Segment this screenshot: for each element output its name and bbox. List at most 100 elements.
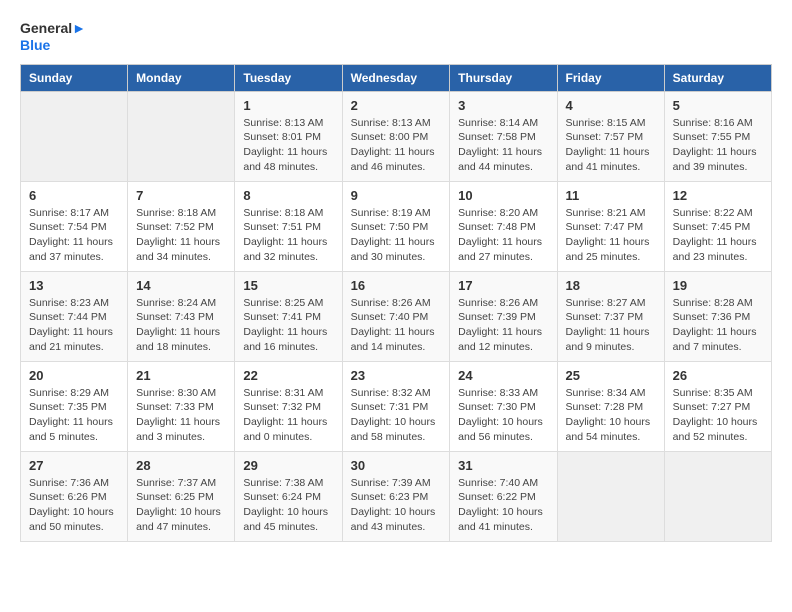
day-number: 17	[458, 278, 548, 293]
day-info: Sunrise: 8:34 AM Sunset: 7:28 PM Dayligh…	[566, 386, 656, 445]
weekday-header-cell: Wednesday	[342, 64, 450, 91]
day-info: Sunrise: 8:13 AM Sunset: 8:00 PM Dayligh…	[351, 116, 442, 175]
day-info: Sunrise: 8:13 AM Sunset: 8:01 PM Dayligh…	[243, 116, 333, 175]
day-number: 14	[136, 278, 226, 293]
calendar-cell: 20 Sunrise: 8:29 AM Sunset: 7:35 PM Dayli…	[21, 361, 128, 451]
day-info: Sunrise: 7:36 AM Sunset: 6:26 PM Dayligh…	[29, 476, 119, 535]
calendar-cell: 21 Sunrise: 8:30 AM Sunset: 7:33 PM Dayli…	[128, 361, 235, 451]
day-info: Sunrise: 8:26 AM Sunset: 7:39 PM Dayligh…	[458, 296, 548, 355]
day-number: 13	[29, 278, 119, 293]
calendar-cell	[21, 91, 128, 181]
calendar-week-row: 20 Sunrise: 8:29 AM Sunset: 7:35 PM Dayli…	[21, 361, 772, 451]
day-info: Sunrise: 8:22 AM Sunset: 7:45 PM Dayligh…	[673, 206, 763, 265]
day-number: 12	[673, 188, 763, 203]
weekday-header-cell: Sunday	[21, 64, 128, 91]
calendar-cell: 18 Sunrise: 8:27 AM Sunset: 7:37 PM Dayli…	[557, 271, 664, 361]
calendar-cell: 12 Sunrise: 8:22 AM Sunset: 7:45 PM Dayli…	[664, 181, 771, 271]
day-info: Sunrise: 7:40 AM Sunset: 6:22 PM Dayligh…	[458, 476, 548, 535]
weekday-header-cell: Saturday	[664, 64, 771, 91]
weekday-header-cell: Friday	[557, 64, 664, 91]
day-number: 25	[566, 368, 656, 383]
day-number: 6	[29, 188, 119, 203]
day-info: Sunrise: 8:31 AM Sunset: 7:32 PM Dayligh…	[243, 386, 333, 445]
calendar-cell: 14 Sunrise: 8:24 AM Sunset: 7:43 PM Dayli…	[128, 271, 235, 361]
day-number: 26	[673, 368, 763, 383]
day-info: Sunrise: 8:29 AM Sunset: 7:35 PM Dayligh…	[29, 386, 119, 445]
calendar-cell: 24Sunrise: 8:33 AM Sunset: 7:30 PM Dayli…	[450, 361, 557, 451]
calendar-week-row: 27 Sunrise: 7:36 AM Sunset: 6:26 PM Dayli…	[21, 451, 772, 541]
day-info: Sunrise: 8:20 AM Sunset: 7:48 PM Dayligh…	[458, 206, 548, 265]
day-info: Sunrise: 8:26 AM Sunset: 7:40 PM Dayligh…	[351, 296, 442, 355]
day-info: Sunrise: 8:15 AM Sunset: 7:57 PM Dayligh…	[566, 116, 656, 175]
day-number: 11	[566, 188, 656, 203]
day-info: Sunrise: 8:27 AM Sunset: 7:37 PM Dayligh…	[566, 296, 656, 355]
logo: General►Blue	[20, 20, 86, 54]
calendar-cell: 30 Sunrise: 7:39 AM Sunset: 6:23 PM Dayli…	[342, 451, 450, 541]
calendar-cell: 10 Sunrise: 8:20 AM Sunset: 7:48 PM Dayli…	[450, 181, 557, 271]
weekday-header-cell: Tuesday	[235, 64, 342, 91]
day-number: 31	[458, 458, 548, 473]
day-number: 4	[566, 98, 656, 113]
day-info: Sunrise: 8:14 AM Sunset: 7:58 PM Dayligh…	[458, 116, 548, 175]
day-number: 22	[243, 368, 333, 383]
day-info: Sunrise: 7:39 AM Sunset: 6:23 PM Dayligh…	[351, 476, 442, 535]
calendar-cell: 27 Sunrise: 7:36 AM Sunset: 6:26 PM Dayli…	[21, 451, 128, 541]
day-number: 27	[29, 458, 119, 473]
calendar-cell: 17 Sunrise: 8:26 AM Sunset: 7:39 PM Dayli…	[450, 271, 557, 361]
day-number: 28	[136, 458, 226, 473]
day-info: Sunrise: 7:38 AM Sunset: 6:24 PM Dayligh…	[243, 476, 333, 535]
calendar-cell	[664, 451, 771, 541]
day-info: Sunrise: 8:17 AM Sunset: 7:54 PM Dayligh…	[29, 206, 119, 265]
day-info: Sunrise: 7:37 AM Sunset: 6:25 PM Dayligh…	[136, 476, 226, 535]
day-info: Sunrise: 8:28 AM Sunset: 7:36 PM Dayligh…	[673, 296, 763, 355]
calendar-cell: 13 Sunrise: 8:23 AM Sunset: 7:44 PM Dayli…	[21, 271, 128, 361]
day-number: 30	[351, 458, 442, 473]
logo-text: General►Blue	[20, 20, 86, 54]
calendar-cell: 26 Sunrise: 8:35 AM Sunset: 7:27 PM Dayli…	[664, 361, 771, 451]
day-info: Sunrise: 8:25 AM Sunset: 7:41 PM Dayligh…	[243, 296, 333, 355]
day-info: Sunrise: 8:18 AM Sunset: 7:52 PM Dayligh…	[136, 206, 226, 265]
calendar-cell: 11 Sunrise: 8:21 AM Sunset: 7:47 PM Dayli…	[557, 181, 664, 271]
day-info: Sunrise: 8:30 AM Sunset: 7:33 PM Dayligh…	[136, 386, 226, 445]
calendar-cell	[557, 451, 664, 541]
calendar-cell: 19 Sunrise: 8:28 AM Sunset: 7:36 PM Dayli…	[664, 271, 771, 361]
calendar-cell	[128, 91, 235, 181]
calendar-cell: 1Sunrise: 8:13 AM Sunset: 8:01 PM Daylig…	[235, 91, 342, 181]
calendar-week-row: 6 Sunrise: 8:17 AM Sunset: 7:54 PM Daylig…	[21, 181, 772, 271]
day-number: 9	[351, 188, 442, 203]
day-info: Sunrise: 8:35 AM Sunset: 7:27 PM Dayligh…	[673, 386, 763, 445]
day-info: Sunrise: 8:23 AM Sunset: 7:44 PM Dayligh…	[29, 296, 119, 355]
day-info: Sunrise: 8:18 AM Sunset: 7:51 PM Dayligh…	[243, 206, 333, 265]
calendar-cell: 4 Sunrise: 8:15 AM Sunset: 7:57 PM Daylig…	[557, 91, 664, 181]
calendar-table: SundayMondayTuesdayWednesdayThursdayFrid…	[20, 64, 772, 542]
day-number: 5	[673, 98, 763, 113]
weekday-header-cell: Thursday	[450, 64, 557, 91]
day-info: Sunrise: 8:24 AM Sunset: 7:43 PM Dayligh…	[136, 296, 226, 355]
page-header: General►Blue	[20, 20, 772, 54]
day-info: Sunrise: 8:32 AM Sunset: 7:31 PM Dayligh…	[351, 386, 442, 445]
calendar-cell: 23Sunrise: 8:32 AM Sunset: 7:31 PM Dayli…	[342, 361, 450, 451]
day-number: 8	[243, 188, 333, 203]
calendar-cell: 3Sunrise: 8:14 AM Sunset: 7:58 PM Daylig…	[450, 91, 557, 181]
calendar-cell: 28 Sunrise: 7:37 AM Sunset: 6:25 PM Dayli…	[128, 451, 235, 541]
calendar-cell: 9 Sunrise: 8:19 AM Sunset: 7:50 PM Daylig…	[342, 181, 450, 271]
day-number: 2	[351, 98, 442, 113]
calendar-cell: 31 Sunrise: 7:40 AM Sunset: 6:22 PM Dayli…	[450, 451, 557, 541]
day-number: 10	[458, 188, 548, 203]
day-number: 21	[136, 368, 226, 383]
calendar-cell: 5Sunrise: 8:16 AM Sunset: 7:55 PM Daylig…	[664, 91, 771, 181]
weekday-header-cell: Monday	[128, 64, 235, 91]
calendar-cell: 8 Sunrise: 8:18 AM Sunset: 7:51 PM Daylig…	[235, 181, 342, 271]
calendar-cell: 22 Sunrise: 8:31 AM Sunset: 7:32 PM Dayli…	[235, 361, 342, 451]
day-number: 18	[566, 278, 656, 293]
calendar-cell: 2 Sunrise: 8:13 AM Sunset: 8:00 PM Daylig…	[342, 91, 450, 181]
calendar-cell: 6 Sunrise: 8:17 AM Sunset: 7:54 PM Daylig…	[21, 181, 128, 271]
day-number: 7	[136, 188, 226, 203]
calendar-cell: 16Sunrise: 8:26 AM Sunset: 7:40 PM Dayli…	[342, 271, 450, 361]
calendar-week-row: 1Sunrise: 8:13 AM Sunset: 8:01 PM Daylig…	[21, 91, 772, 181]
day-number: 19	[673, 278, 763, 293]
day-info: Sunrise: 8:19 AM Sunset: 7:50 PM Dayligh…	[351, 206, 442, 265]
day-info: Sunrise: 8:21 AM Sunset: 7:47 PM Dayligh…	[566, 206, 656, 265]
day-number: 20	[29, 368, 119, 383]
day-info: Sunrise: 8:33 AM Sunset: 7:30 PM Dayligh…	[458, 386, 548, 445]
